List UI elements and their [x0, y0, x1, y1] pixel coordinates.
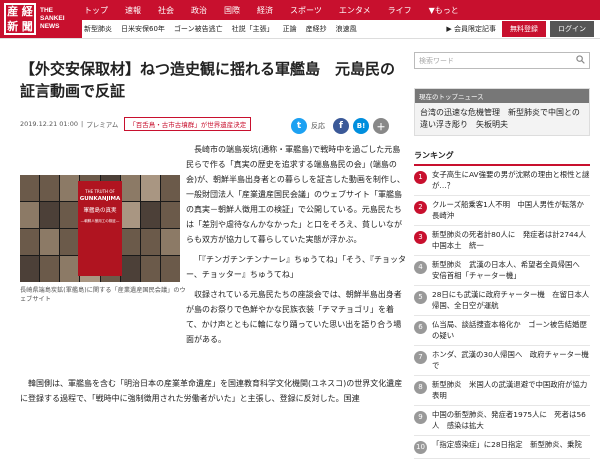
rank-number: 5 [414, 291, 427, 304]
top-navigation-bar: トップ 速報 社会 政治 国際 経済 スポーツ エンタメ ライフ ▼もっと [0, 0, 600, 20]
top-news-header: 現在のトップニュース [415, 89, 589, 103]
nav-item-international[interactable]: 国際 [224, 5, 240, 16]
logo-kanji-1: 産 [7, 5, 19, 18]
book-cover-line1: THE TRUTH OF [85, 189, 115, 194]
rank-number: 7 [414, 351, 427, 364]
ranking-item[interactable]: 6 仏当局、談話捜査本格化か ゴーン被告結婚歴の疑い [414, 316, 590, 346]
logo-en-line3: NEWS [40, 23, 60, 30]
subnav-item-editorial[interactable]: 社説「主張」 [232, 24, 274, 34]
rank-number: 10 [414, 441, 427, 454]
rank-number: 1 [414, 171, 427, 184]
subnav-item-seiron[interactable]: 正論 [283, 24, 297, 34]
twitter-icon[interactable]: t [291, 118, 307, 134]
nav-item-more[interactable]: ▼もっと [429, 5, 459, 16]
subnav-item-sankeisho[interactable]: 産経抄 [306, 24, 327, 34]
rank-headline[interactable]: 中国の新型肺炎、発症者1975人に 死者は56人 感染は拡大 [432, 410, 590, 431]
logo-en-line2: SANKEI [40, 15, 65, 22]
ranking-item[interactable]: 10 「指定感染症」に28日指定 新型肺炎、乗院 [414, 436, 590, 459]
book-cover-line3: 軍艦島の真実 [83, 208, 117, 214]
subnav-item-ghosn[interactable]: ゴーン被告逃亡 [174, 24, 223, 34]
book-cover-line4: ―朝鮮人徴用工の検証― [80, 219, 120, 223]
nav-item-society[interactable]: 社会 [158, 5, 174, 16]
rank-number: 4 [414, 261, 427, 274]
members-only-link[interactable]: ▶ 会員限定記事 [446, 24, 496, 34]
article-body-column: 長崎市の端島炭坑(通称・軍艦島)で戦時中を過ごした元島民らで作る「真実の歴史を追… [186, 142, 406, 347]
nav-item-life[interactable]: ライフ [388, 5, 412, 16]
rank-headline[interactable]: 新型肺炎の死者計80人に 発症者は計2744人 中国本土 統一 [432, 230, 593, 251]
photo-book-cover: THE TRUTH OF GUNKANJIMA 軍艦島の真実 ―朝鮮人徴用工の検… [78, 181, 122, 276]
nav-item-economy[interactable]: 経済 [257, 5, 273, 16]
logo-en-line1: THE [40, 7, 53, 14]
article-paragraph-1: 長崎市の端島炭坑(通称・軍艦島)で戦時中を過ごした元島民らで作る「真実の歴史を追… [186, 145, 405, 244]
reaction-label[interactable]: 反応 [311, 121, 325, 131]
article-paragraph-2: 「『チンガチンチンナーレ』ちゅうてね」「そう、『チョッター、チョッター』ちゅうて… [186, 255, 406, 279]
free-register-button[interactable]: 無料登録 [502, 21, 546, 37]
logo-kanji-mark: 産 経 新 聞 [4, 3, 36, 35]
rank-headline[interactable]: 仏当局、談話捜査本格化か ゴーン被告結婚歴の疑い [432, 320, 590, 341]
more-share-icon[interactable]: ＋ [373, 118, 389, 134]
ranking-item[interactable]: 5 28日にも武漢に政府チャーター機 在留日本人帰国、全日空が運航 [414, 286, 590, 316]
rank-number: 6 [414, 321, 427, 334]
rank-headline[interactable]: 新型肺炎 米国人の武漢退避で中国政府が協力表明 [432, 380, 590, 401]
ranking-item[interactable]: 3 新型肺炎の死者計80人に 発症者は計2744人 中国本土 統一 [414, 226, 593, 256]
premium-label[interactable]: プレミアム [86, 119, 118, 129]
sub-navigation: 新型肺炎 日米安保60年 ゴーン被告逃亡 社説「主張」 正論 産経抄 浪速風 [84, 20, 366, 38]
photo-caption: 長崎県端島炭鉱(軍艦島)に関する「産業遺産国民会議」のウェブサイト [20, 287, 186, 303]
nav-item-breaking[interactable]: 速報 [125, 5, 141, 16]
rank-headline[interactable]: 「指定感染症」に28日指定 新型肺炎、乗院 [432, 440, 582, 454]
ranking-title: ランキング [414, 150, 590, 166]
rank-headline[interactable]: 28日にも武漢に政府チャーター機 在留日本人帰国、全日空が運航 [432, 290, 590, 311]
rank-number: 3 [414, 231, 427, 244]
main-nav-items: トップ 速報 社会 政治 国際 経済 スポーツ エンタメ ライフ ▼もっと [84, 0, 476, 20]
hatena-bookmark-icon[interactable]: B! [353, 118, 369, 134]
ranking-item[interactable]: 1 女子高生にAV強要の男が沈黙の理由と根性と謎が…？ [414, 166, 590, 196]
login-button[interactable]: ログイン [550, 21, 594, 37]
nav-item-entertainment[interactable]: エンタメ [339, 5, 371, 16]
article-meta: 2019.12.21 01:00 | プレミアム 「百舌鳥・古市古墳群」が世界遺… [20, 117, 252, 131]
header-divider [0, 38, 600, 39]
subnav-item-naniwa[interactable]: 浪速風 [336, 24, 357, 34]
article-paragraph-4: 韓国側は、軍艦島を含む「明治日本の産業革命遺産」を国連教育科学文化機関(ユネスコ… [20, 379, 403, 403]
ranking-item[interactable]: 8 新型肺炎 米国人の武漢退避で中国政府が協力表明 [414, 376, 590, 406]
sidebar: 検索ワード 現在のトップニュース 台湾の迅速な危機管理 新型肺炎で中国との違い浮… [414, 52, 593, 459]
article-paragraph-3: 収録されている元島民たちの座談会では、朝鮮半島出身者が島のお祭りで色鮮やかな民族… [186, 290, 402, 344]
top-news-box[interactable]: 現在のトップニュース 台湾の迅速な危機管理 新型肺炎で中国との違い浮き彫り 矢板… [414, 88, 590, 136]
ranking-item[interactable]: 7 ホンダ、武漢の30人帰国へ 政府チャーター機で [414, 346, 590, 376]
share-buttons: t 反応 f B! ＋ [291, 118, 393, 134]
subnav-item-security-treaty[interactable]: 日米安保60年 [121, 24, 165, 34]
sankei-logo[interactable]: 産 経 新 聞 THE SANKEI NEWS [0, 0, 82, 38]
logo-kanji-2: 経 [21, 5, 33, 18]
facebook-icon[interactable]: f [333, 118, 349, 134]
nav-item-top[interactable]: トップ [84, 5, 108, 16]
rank-number: 2 [414, 201, 427, 214]
article-date: 2019.12.21 01:00 [20, 120, 79, 128]
subnav-item-pneumonia[interactable]: 新型肺炎 [84, 24, 112, 34]
rank-number: 9 [414, 411, 427, 424]
search-input[interactable]: 検索ワード [414, 52, 590, 69]
nav-item-sports[interactable]: スポーツ [290, 5, 322, 16]
rank-headline[interactable]: ホンダ、武漢の30人帰国へ 政府チャーター機で [432, 350, 590, 371]
related-topic-tag[interactable]: 「百舌鳥・古市古墳群」が世界遺産決定 [124, 117, 252, 131]
ranking-item[interactable]: 4 新型肺炎 武漢の日本人、希望者全員帰国へ 安倍首相「チャーター機」 [414, 256, 590, 286]
nav-item-politics[interactable]: 政治 [191, 5, 207, 16]
article-title: 【外交安保取材】ねつ造史観に揺れる軍艦島 元島民の証言動画で反証 [20, 60, 396, 100]
ranking-item[interactable]: 2 クルーズ船乗客1人不明 中国人男性が転落か 長崎沖 [414, 196, 591, 226]
top-news-headline[interactable]: 台湾の迅速な危機管理 新型肺炎で中国との違い浮き彫り 矢板明夫 [415, 103, 589, 135]
search-icon[interactable] [576, 55, 585, 66]
logo-kanji-4: 聞 [21, 20, 33, 33]
rank-number: 8 [414, 381, 427, 394]
rank-headline[interactable]: クルーズ船乗客1人不明 中国人男性が転落か 長崎沖 [432, 200, 591, 221]
logo-kanji-3: 新 [7, 20, 19, 33]
ranking-list: 1 女子高生にAV強要の男が沈黙の理由と根性と謎が…？ 2 クルーズ船乗客1人不明 … [414, 166, 593, 459]
rank-headline[interactable]: 女子高生にAV強要の男が沈黙の理由と根性と謎が…？ [432, 170, 590, 191]
account-area: ▶ 会員限定記事 無料登録 ログイン [446, 21, 594, 37]
book-cover-line2: GUNKANJIMA [79, 196, 121, 202]
search-placeholder: 検索ワード [419, 56, 454, 65]
article-photo[interactable]: THE TRUTH OF GUNKANJIMA 軍艦島の真実 ―朝鮮人徴用工の検… [20, 175, 180, 282]
meta-separator: | [81, 120, 84, 128]
rank-headline[interactable]: 新型肺炎 武漢の日本人、希望者全員帰国へ 安倍首相「チャーター機」 [432, 260, 590, 281]
logo-english: THE SANKEI NEWS [40, 7, 65, 31]
